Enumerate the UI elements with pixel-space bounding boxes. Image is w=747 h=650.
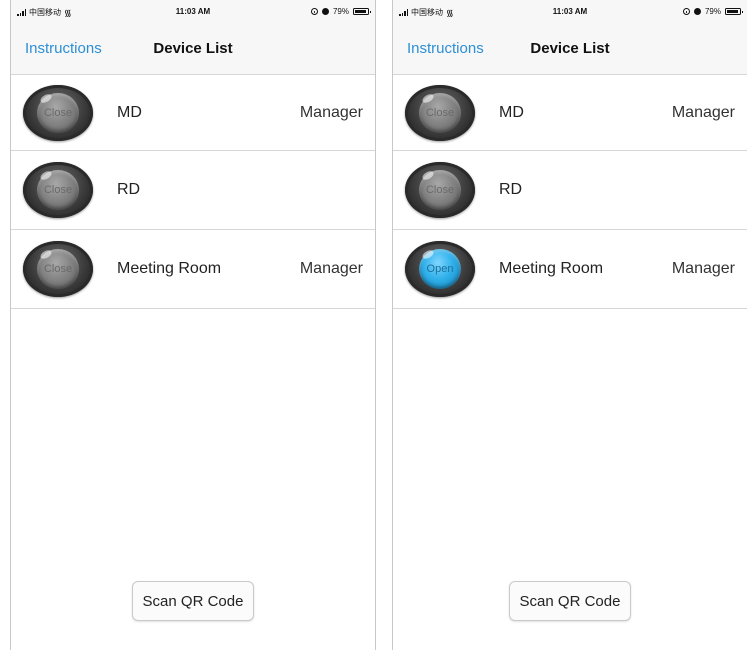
status-bar: 中国移动 ᯾ 11:03 AM 79% bbox=[11, 0, 375, 22]
nav-bar: Instructions Device List bbox=[11, 22, 375, 75]
alarm-icon bbox=[321, 8, 329, 15]
lamp-toggle-button[interactable]: Open bbox=[405, 241, 475, 297]
device-role: Manager bbox=[671, 103, 735, 121]
lamp-toggle-button[interactable]: Close bbox=[23, 162, 93, 218]
scan-qr-code-button[interactable]: Scan QR Code bbox=[509, 581, 631, 621]
device-row-md[interactable]: Close MD Manager bbox=[393, 75, 747, 151]
device-name: Meeting Room bbox=[117, 260, 222, 277]
device-name: RD bbox=[499, 181, 523, 198]
lamp-toggle-button[interactable]: Close bbox=[405, 162, 475, 218]
device-role: Manager bbox=[299, 103, 363, 121]
device-row-rd[interactable]: Close RD bbox=[393, 151, 747, 230]
status-bar: 中国移动 ᯾ 11:03 AM 79% bbox=[393, 0, 747, 22]
battery-percent: 79% bbox=[332, 7, 349, 16]
battery-icon bbox=[353, 8, 371, 15]
device-role: Manager bbox=[299, 260, 363, 277]
lamp-toggle-button[interactable]: Close bbox=[405, 84, 475, 141]
device-name: MD bbox=[499, 103, 524, 121]
scan-qr-code-button[interactable]: Scan QR Code bbox=[132, 581, 254, 621]
device-name: MD bbox=[117, 103, 142, 121]
phone-screen-right: 中国移动 ᯾ 11:03 AM 79% Instructions Device … bbox=[392, 0, 747, 650]
lamp-toggle-button[interactable]: Close bbox=[23, 241, 93, 297]
device-name: RD bbox=[117, 181, 141, 198]
alarm-icon bbox=[693, 8, 701, 15]
page-title: Device List bbox=[530, 40, 610, 57]
page-title: Device List bbox=[153, 40, 233, 57]
device-role: Manager bbox=[671, 260, 735, 277]
device-list: Close MD Manager Close RD Close Meeting … bbox=[11, 75, 375, 309]
device-row-meeting-room[interactable]: Close Meeting Room Manager bbox=[11, 230, 375, 309]
device-row-rd[interactable]: Close RD bbox=[11, 151, 375, 230]
device-row-md[interactable]: Close MD Manager bbox=[11, 75, 375, 151]
nav-bar: Instructions Device List bbox=[393, 22, 747, 75]
device-list: Close MD Manager Close RD Open Meeting R… bbox=[393, 75, 747, 309]
battery-icon bbox=[725, 8, 743, 15]
lamp-toggle-button[interactable]: Close bbox=[23, 84, 93, 141]
device-row-meeting-room[interactable]: Open Meeting Room Manager bbox=[393, 230, 747, 309]
battery-percent: 79% bbox=[704, 7, 721, 16]
device-name: Meeting Room bbox=[499, 260, 604, 277]
phone-screen-left: 中国移动 ᯾ 11:03 AM 79% Instructions Device … bbox=[10, 0, 376, 650]
location-icon bbox=[682, 8, 690, 15]
location-icon bbox=[310, 8, 318, 15]
